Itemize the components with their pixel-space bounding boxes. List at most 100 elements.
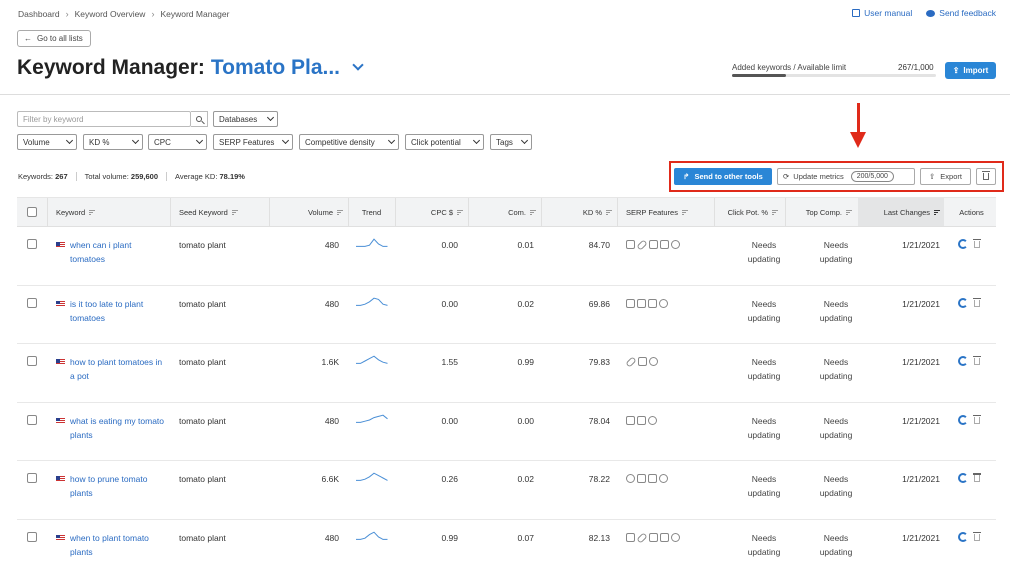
limit-value: 267/1,000 — [898, 63, 934, 72]
column-header-click-potential[interactable]: Click Pot. % — [714, 198, 778, 226]
column-header-cpc[interactable]: CPC $ — [395, 198, 463, 226]
update-metrics-button[interactable]: ⟳ Update metrics 200/5,000 — [777, 168, 915, 185]
serp-features-filter[interactable]: SERP Features — [213, 134, 293, 150]
kd-header-label: KD % — [582, 207, 602, 217]
keyword-link[interactable]: what is eating my tomato plants — [70, 414, 168, 442]
kd-value: 79.83 — [588, 357, 610, 368]
trash-icon[interactable] — [973, 297, 981, 307]
keyword-link[interactable]: how to prune tomato plants — [70, 472, 168, 500]
refresh-icon[interactable] — [958, 239, 968, 249]
user-manual-link[interactable]: User manual — [852, 8, 912, 18]
us-flag-icon — [56, 300, 65, 307]
share-arrow-icon: ↱ — [683, 172, 690, 181]
import-button[interactable]: ⇪ Import — [945, 62, 996, 79]
keyword-link[interactable]: when can i plant tomatoes — [70, 238, 168, 266]
refresh-icon[interactable] — [958, 531, 968, 542]
row-checkbox[interactable] — [27, 531, 37, 542]
table-row: how to prune tomato plants tomato plant … — [17, 461, 996, 520]
refresh-icon: ⟳ — [783, 172, 790, 181]
trend-sparkline — [356, 238, 388, 247]
column-header-keyword[interactable]: Keyword — [56, 198, 96, 226]
trash-icon[interactable] — [973, 473, 981, 483]
column-header-com[interactable]: Com. — [468, 198, 536, 226]
average-kd-value: 78.19% — [219, 172, 245, 181]
row-checkbox[interactable] — [27, 239, 37, 249]
column-header-top-comp[interactable]: Top Comp. — [785, 198, 852, 226]
top-comp-cell: Needs updating — [802, 286, 870, 325]
row-select-cell — [27, 286, 37, 308]
chevron-down-icon — [266, 113, 275, 122]
list-name[interactable]: Tomato Pla... — [211, 56, 340, 80]
databases-dropdown[interactable]: Databases — [213, 111, 278, 127]
refresh-icon[interactable] — [958, 297, 968, 308]
top-comp-line1: Needs — [823, 415, 849, 426]
seed-keyword: tomato plant — [179, 298, 226, 309]
com-value: 0.99 — [517, 357, 534, 368]
filter-by-keyword-input[interactable]: Filter by keyword — [17, 111, 191, 127]
volume-filter[interactable]: Volume — [17, 134, 77, 150]
trash-icon — [982, 171, 990, 180]
send-to-other-tools-button[interactable]: ↱ Send to other tools — [674, 168, 772, 185]
column-header-last-changes[interactable]: Last Changes — [858, 198, 944, 226]
column-header-kd[interactable]: KD % — [541, 198, 612, 226]
click-potential-line2: updating — [747, 429, 781, 440]
image-icon: image-icon — [648, 474, 657, 484]
keyword-link[interactable]: is it too late to plant tomatoes — [70, 297, 168, 325]
click-potential-filter[interactable]: Click potential — [405, 134, 484, 150]
chevron-down-icon — [281, 136, 290, 145]
video-icon: video-icon — [659, 298, 668, 308]
export-button[interactable]: ⇧ Export — [920, 168, 971, 185]
chevron-down-icon[interactable] — [352, 59, 364, 71]
row-checkbox[interactable] — [27, 297, 37, 308]
trash-icon[interactable] — [973, 239, 981, 248]
faq-icon: faq-icon — [637, 474, 646, 484]
breadcrumb-dashboard[interactable]: Dashboard — [18, 9, 60, 19]
trash-icon[interactable] — [973, 356, 981, 366]
filter-search-button[interactable] — [191, 111, 208, 127]
column-header-serp-features[interactable]: SERP Features — [626, 198, 688, 226]
click-potential-line1: Needs — [751, 532, 777, 543]
column-header-volume[interactable]: Volume — [269, 198, 343, 226]
column-header-seed-keyword[interactable]: Seed Keyword — [179, 198, 238, 226]
limit-label: Added keywords / Available limit — [732, 63, 847, 72]
competitive-density-filter[interactable]: Competitive density — [299, 134, 399, 150]
trash-icon[interactable] — [973, 531, 981, 541]
go-to-all-lists-button[interactable]: ← Go to all lists — [17, 30, 91, 47]
tags-filter-label: Tags — [496, 137, 513, 147]
serp-features-header-label: SERP Features — [626, 207, 678, 217]
refresh-icon[interactable] — [958, 414, 968, 425]
trend-cell — [355, 227, 389, 255]
actions-header-label: Actions — [959, 207, 984, 217]
breadcrumb-keyword-overview[interactable]: Keyword Overview — [75, 9, 146, 19]
image-icon: image-icon — [649, 532, 658, 542]
top-comp-line1: Needs — [823, 357, 849, 368]
refresh-icon[interactable] — [958, 356, 968, 367]
kd-filter[interactable]: KD % — [83, 134, 143, 150]
select-all-checkbox[interactable] — [27, 207, 37, 217]
cpc-filter-label: CPC — [154, 137, 171, 147]
send-feedback-link[interactable]: Send feedback — [926, 8, 996, 18]
table-row: when to plant tomato plants tomato plant… — [17, 520, 996, 572]
serp-features-cell: crown-iconimage-iconfaq-iconvideo-icon — [626, 286, 668, 308]
divider — [0, 94, 1010, 95]
delete-button[interactable] — [976, 168, 996, 185]
refresh-icon[interactable] — [958, 473, 968, 484]
keyword-link[interactable]: how to plant tomatoes in a pot — [70, 355, 168, 383]
row-checkbox[interactable] — [27, 356, 37, 367]
trash-icon[interactable] — [973, 414, 981, 424]
image-icon: image-icon — [649, 240, 658, 249]
cpc-filter[interactable]: CPC — [148, 134, 207, 150]
row-checkbox[interactable] — [27, 473, 37, 484]
keyword-link[interactable]: when to plant tomato plants — [70, 531, 168, 559]
sort-icon — [681, 209, 688, 215]
trend-sparkline — [356, 355, 388, 365]
cpc-value: 1.55 — [441, 357, 458, 368]
click-potential-cell: Needs updating — [729, 344, 799, 383]
video-icon: video-icon — [626, 474, 635, 484]
tags-filter[interactable]: Tags — [490, 134, 532, 150]
actions-cell — [958, 227, 981, 249]
import-icon: ⇪ — [952, 66, 960, 75]
link-icon: link-icon — [625, 356, 637, 368]
actions-cell — [958, 403, 981, 425]
row-checkbox[interactable] — [27, 414, 37, 425]
